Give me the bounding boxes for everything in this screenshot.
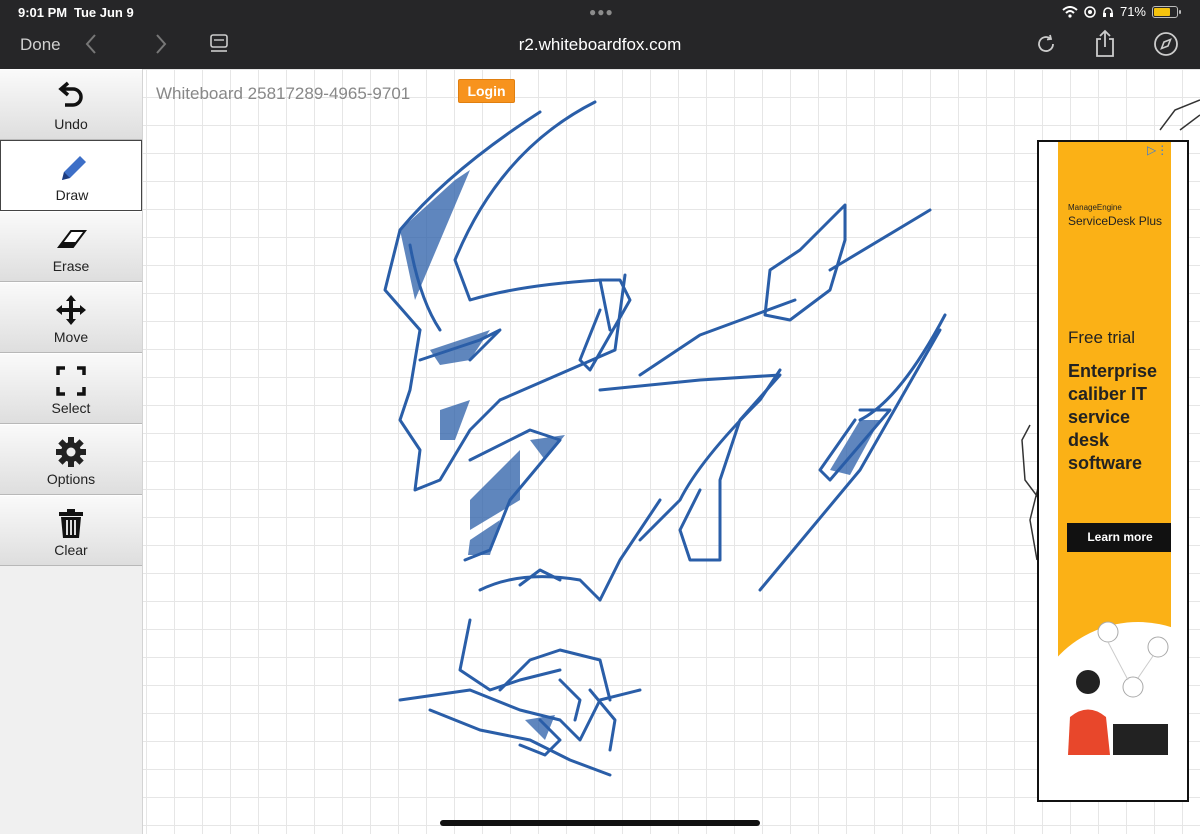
- erase-label: Erase: [52, 258, 90, 274]
- ad-headline: Enterprise caliber IT service desk softw…: [1068, 361, 1158, 473]
- draw-button[interactable]: Draw: [0, 140, 142, 211]
- headphones-icon: [1102, 6, 1113, 17]
- tool-sidebar: Undo Draw Erase Move Select Options Clea…: [0, 69, 143, 834]
- ad-banner[interactable]: ManageEngine ServiceDesk Plus Free trial…: [1058, 142, 1171, 755]
- wifi-icon: [1062, 5, 1078, 18]
- draw-label: Draw: [55, 187, 89, 203]
- select-button[interactable]: Select: [0, 353, 142, 424]
- trash-icon: [59, 509, 83, 538]
- clear-label: Clear: [54, 542, 88, 558]
- done-button[interactable]: Done: [20, 35, 61, 55]
- ad-illustration: [1058, 621, 1171, 755]
- erase-button[interactable]: Erase: [0, 211, 142, 282]
- back-icon[interactable]: [78, 30, 104, 58]
- compass-icon[interactable]: [1153, 31, 1179, 57]
- move-label: Move: [53, 329, 89, 345]
- status-right: 71%: [1062, 4, 1181, 19]
- advertisement[interactable]: ManageEngine ServiceDesk Plus Free trial…: [1037, 140, 1189, 802]
- url-field[interactable]: r2.whiteboardfox.com: [420, 35, 780, 55]
- status-bar: 9:01 PM Tue Jun 9 ●●● 71%: [0, 0, 1200, 24]
- select-icon: [56, 366, 86, 396]
- eraser-icon: [57, 230, 87, 248]
- status-date: Tue Jun 9: [74, 5, 134, 20]
- gear-icon: [56, 437, 86, 467]
- pencil-icon: [62, 156, 86, 180]
- reload-icon[interactable]: [1034, 32, 1058, 56]
- undo-icon: [58, 81, 83, 107]
- move-button[interactable]: Move: [0, 282, 142, 353]
- login-button[interactable]: Login: [458, 79, 515, 103]
- ad-learn-more-button[interactable]: Learn more: [1067, 523, 1171, 552]
- location-icon: [1084, 5, 1096, 18]
- whiteboard-title: Whiteboard 25817289-4965-9701: [156, 84, 411, 103]
- battery-icon: [1152, 5, 1181, 18]
- multitasking-dots-icon[interactable]: ●●●: [589, 5, 614, 19]
- ad-brand: ServiceDesk Plus: [1068, 214, 1163, 228]
- ad-free-trial: Free trial: [1068, 328, 1136, 347]
- select-label: Select: [51, 400, 91, 416]
- browser-chrome: 9:01 PM Tue Jun 9 ●●● 71% Done r2.whiteb…: [0, 0, 1200, 69]
- ad-brand-small: ManageEngine: [1068, 203, 1122, 212]
- clear-button[interactable]: Clear: [0, 495, 142, 566]
- ad-choices-icon[interactable]: ▷⋮: [1147, 143, 1168, 157]
- home-indicator[interactable]: [440, 820, 760, 826]
- battery-percent: 71%: [1119, 4, 1146, 19]
- options-label: Options: [46, 471, 96, 487]
- undo-button[interactable]: Undo: [0, 69, 142, 140]
- move-icon: [56, 295, 86, 325]
- options-button[interactable]: Options: [0, 424, 142, 495]
- share-icon[interactable]: [1093, 28, 1117, 58]
- status-time: 9:01 PM: [18, 5, 68, 20]
- undo-label: Undo: [54, 116, 88, 132]
- forward-icon[interactable]: [148, 30, 174, 58]
- browser-toolbar: Done r2.whiteboardfox.com: [0, 24, 1200, 69]
- reader-icon[interactable]: [208, 32, 230, 56]
